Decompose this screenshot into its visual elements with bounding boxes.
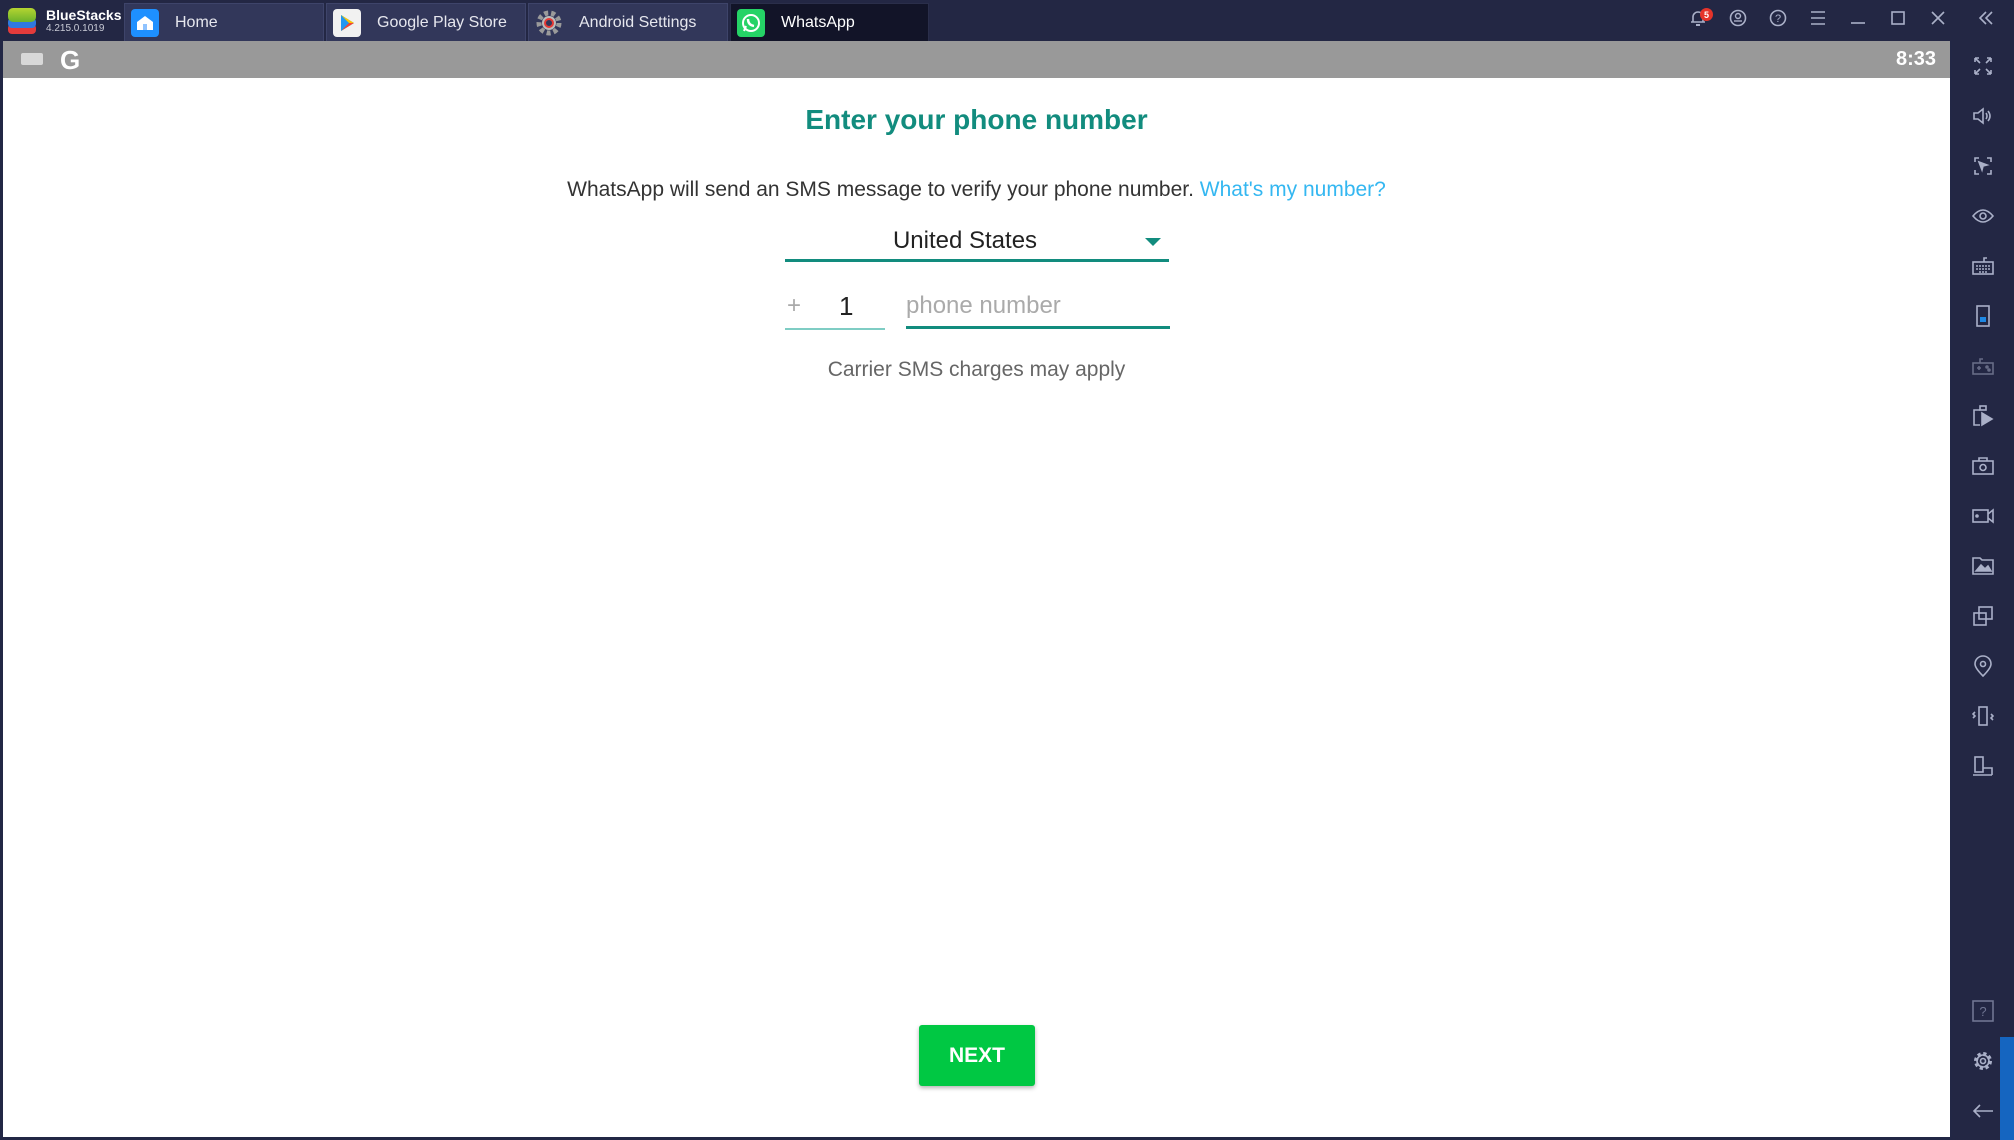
fullscreen-icon [1973, 56, 1993, 81]
tab-label: Google Play Store [377, 13, 507, 31]
shake-icon [1971, 705, 1995, 732]
help-box-button[interactable]: ? [1966, 996, 2000, 1030]
tab-google-play-store[interactable]: Google Play Store [326, 3, 526, 41]
country-value: United States [892, 227, 1038, 254]
notification-badge: 5 [1700, 8, 1713, 21]
whatsapp-verify-screen: Enter your phone number WhatsApp will se… [3, 78, 1950, 1137]
screenshot-button[interactable] [1966, 451, 2000, 485]
volume-button[interactable] [1966, 101, 2000, 135]
fullscreen-button[interactable] [1966, 51, 2000, 85]
description-text: WhatsApp will send an SMS message to ver… [567, 178, 1194, 201]
menu-button[interactable] [1798, 0, 1838, 41]
description: WhatsApp will send an SMS message to ver… [3, 178, 1950, 202]
right-sidebar: ? [1952, 41, 2014, 1140]
collapse-sidebar-icon [1978, 11, 1994, 30]
plus-sign: + [787, 292, 802, 319]
minimize-button[interactable] [1838, 0, 1878, 41]
location-button[interactable] [1966, 651, 2000, 685]
record-video-button[interactable] [1966, 501, 2000, 535]
account-icon [1729, 9, 1747, 32]
country-code-field[interactable]: + 1 [785, 290, 885, 330]
google-icon[interactable]: G [60, 45, 80, 76]
settings-button[interactable] [1966, 1046, 2000, 1080]
minimize-icon [1850, 12, 1866, 30]
keymapping-button[interactable] [1966, 251, 2000, 285]
eye-icon [1971, 208, 1995, 229]
collapse-sidebar-button[interactable] [1958, 0, 2014, 41]
help-icon: ? [1769, 9, 1787, 32]
whatsapp-icon [737, 8, 765, 37]
gallery-button[interactable] [1966, 551, 2000, 585]
tab-label: Android Settings [579, 13, 697, 31]
country-dropdown[interactable]: United States [785, 224, 1169, 262]
shake-button[interactable] [1966, 701, 2000, 735]
country-code-value: 1 [839, 291, 854, 321]
maximize-icon [1891, 11, 1905, 30]
close-icon [1931, 11, 1945, 30]
help-button[interactable]: ? [1758, 0, 1798, 41]
media-manager-button[interactable] [1966, 401, 2000, 435]
whats-my-number-link[interactable]: What's my number? [1200, 178, 1386, 201]
android-status-bar: G 8:33 [3, 41, 1950, 78]
record-video-icon [1972, 507, 1994, 529]
tab-label: WhatsApp [781, 13, 855, 31]
multi-instance-button[interactable] [1966, 601, 2000, 635]
notifications-button[interactable]: 5 [1678, 0, 1718, 41]
account-button[interactable] [1718, 0, 1758, 41]
keyboard-icon[interactable] [21, 53, 43, 65]
close-button[interactable] [1918, 0, 1958, 41]
pointer-lock-icon [1973, 156, 1993, 181]
dropdown-caret-icon [1145, 238, 1161, 246]
tab-whatsapp[interactable]: WhatsApp [730, 3, 929, 41]
volume-icon [1972, 106, 1994, 130]
screenshot-icon [1972, 456, 1994, 480]
app-name: BlueStacks [46, 7, 122, 23]
back-button[interactable] [1966, 1096, 2000, 1130]
help-box-icon: ? [1972, 999, 1994, 1027]
page-title: Enter your phone number [805, 104, 1148, 135]
rotate-button[interactable] [1966, 751, 2000, 785]
gamepad-button[interactable] [1966, 351, 2000, 385]
settings-icon [1972, 1050, 1994, 1077]
media-manager-icon [1972, 404, 1994, 432]
tab-android-settings[interactable]: Android Settings [528, 3, 728, 41]
location-icon [1974, 654, 1992, 682]
pointer-lock-button[interactable] [1966, 151, 2000, 185]
svg-text:?: ? [1979, 1004, 1986, 1019]
keymap-keyboard-icon [1972, 256, 1994, 280]
phone-number-field[interactable] [906, 290, 1170, 329]
gamepad-icon [1972, 357, 1994, 380]
settings-gear-icon [535, 9, 563, 37]
portrait-mode-icon [1976, 304, 1990, 332]
tab-label: Home [175, 13, 218, 31]
eye-button[interactable] [1966, 201, 2000, 235]
rotate-icon [1972, 755, 1994, 782]
tab-home[interactable]: Home [124, 3, 324, 41]
portrait-mode-button[interactable] [1966, 301, 2000, 335]
svg-text:?: ? [1775, 13, 1781, 25]
phone-number-input[interactable] [906, 292, 1170, 320]
external-popup-edge [2000, 1037, 2014, 1140]
next-button[interactable]: NEXT [919, 1025, 1035, 1086]
multi-instance-icon [1973, 605, 1993, 631]
menu-icon [1810, 11, 1826, 30]
clock: 8:33 [1895, 48, 1936, 70]
carrier-note: Carrier SMS charges may apply [827, 358, 1126, 381]
app-version: 4.215.0.1019 [46, 23, 105, 34]
bluestacks-brand: BlueStacks 4.215.0.1019 [6, 4, 121, 38]
maximize-button[interactable] [1878, 0, 1918, 41]
play-store-icon [333, 8, 361, 37]
bluestacks-logo-icon [6, 6, 38, 36]
back-icon [1972, 1103, 1994, 1124]
title-bar: BlueStacks 4.215.0.1019 Home Google Play… [0, 0, 2014, 41]
home-icon [131, 8, 159, 37]
gallery-icon [1972, 556, 1994, 580]
